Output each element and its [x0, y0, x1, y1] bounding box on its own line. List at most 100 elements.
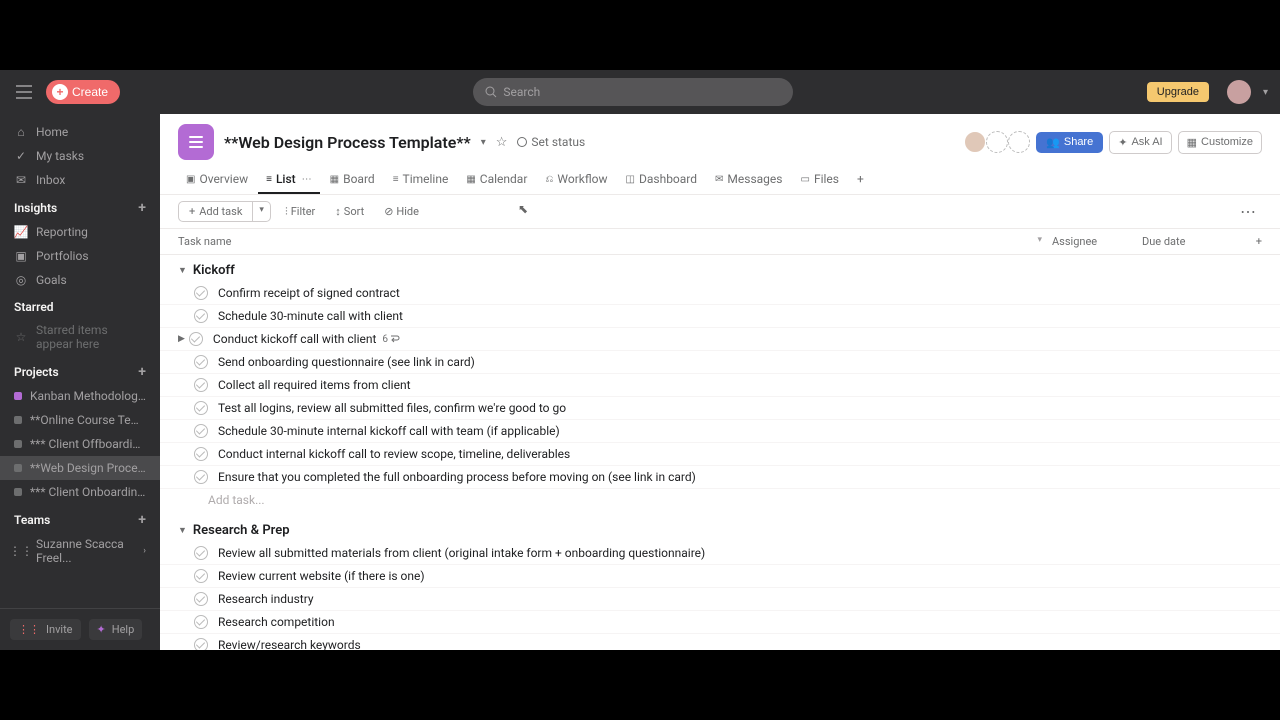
sidebar-insights-header[interactable]: Insights + [0, 192, 160, 220]
tab-timeline[interactable]: ≡Timeline [385, 166, 457, 194]
customize-button[interactable]: ▦ Customize [1178, 131, 1262, 154]
ask-ai-button[interactable]: ✦ Ask AI [1109, 131, 1171, 154]
team-icon: ⋮⋮ [14, 544, 28, 558]
chevron-down-icon[interactable]: ▾ [1037, 235, 1042, 248]
task-row[interactable]: Review all submitted materials from clie… [160, 542, 1280, 565]
section-header[interactable]: ▼Kickoff [160, 255, 1280, 282]
sidebar-projects-header[interactable]: Projects + [0, 356, 160, 384]
task-row[interactable]: Ensure that you completed the full onboa… [160, 466, 1280, 489]
tab-dashboard[interactable]: ◫Dashboard [618, 166, 706, 194]
project-item[interactable]: **Online Course Template** [0, 408, 160, 432]
column-assignee[interactable]: Assignee [1052, 235, 1142, 248]
task-row[interactable]: Schedule 30-minute internal kickoff call… [160, 420, 1280, 443]
add-team-icon[interactable]: + [138, 512, 146, 528]
set-status[interactable]: Set status [517, 135, 585, 149]
task-row[interactable]: Review current website (if there is one) [160, 565, 1280, 588]
hide-icon: ⊘ [384, 205, 393, 218]
task-row[interactable]: Send onboarding questionnaire (see link … [160, 351, 1280, 374]
project-icon[interactable] [178, 124, 214, 160]
expand-subtasks-icon[interactable]: ▶ [178, 334, 185, 344]
member-avatar[interactable] [964, 131, 986, 153]
invite-icon: ⋮⋮ [18, 623, 40, 636]
caret-down-icon: ▼ [178, 265, 187, 276]
project-item[interactable]: *** Client Onboarding Te... [0, 480, 160, 504]
nav-my-tasks[interactable]: ✓My tasks [0, 144, 160, 168]
complete-checkbox[interactable] [194, 286, 208, 300]
task-row[interactable]: Review/research keywords [160, 634, 1280, 650]
chevron-down-icon[interactable]: ▾ [1263, 87, 1268, 98]
sidebar-starred-header[interactable]: Starred [0, 292, 160, 318]
star-icon[interactable]: ☆ [496, 135, 508, 150]
task-row[interactable]: Test all logins, review all submitted fi… [160, 397, 1280, 420]
menu-toggle[interactable] [12, 80, 36, 104]
user-avatar[interactable] [1227, 80, 1251, 104]
add-task-inline[interactable]: Add task... [160, 489, 1280, 515]
task-row[interactable]: Schedule 30-minute call with client [160, 305, 1280, 328]
chevron-down-icon[interactable]: ▾ [481, 137, 486, 148]
insight-portfolios[interactable]: ▣Portfolios [0, 244, 160, 268]
add-column-button[interactable]: + [1232, 235, 1262, 248]
complete-checkbox[interactable] [194, 470, 208, 484]
complete-checkbox[interactable] [194, 355, 208, 369]
more-button[interactable]: ⋯ [1234, 202, 1262, 221]
project-item[interactable]: *** Client Offboarding Te... [0, 432, 160, 456]
insight-goals[interactable]: ◎Goals [0, 268, 160, 292]
add-tab-button[interactable]: + [849, 166, 872, 194]
task-title: Review current website (if there is one) [218, 569, 425, 583]
search-input[interactable]: Search [473, 78, 793, 106]
help-button[interactable]: ✦ Help [89, 619, 143, 640]
project-item[interactable]: Kanban Methodology Exa... [0, 384, 160, 408]
column-task-name[interactable]: Task name [178, 235, 1037, 248]
add-task-dropdown[interactable]: ▾ [253, 201, 271, 222]
complete-checkbox[interactable] [194, 615, 208, 629]
add-member-avatar[interactable] [986, 131, 1008, 153]
complete-checkbox[interactable] [189, 332, 203, 346]
topbar: + Create Search Upgrade ▾ [0, 70, 1280, 114]
column-due-date[interactable]: Due date [1142, 235, 1232, 248]
task-row[interactable]: Collect all required items from client [160, 374, 1280, 397]
task-row[interactable]: ▶Conduct kickoff call with client6 [160, 328, 1280, 351]
task-row[interactable]: Research competition [160, 611, 1280, 634]
more-icon[interactable]: ⋯ [302, 174, 312, 185]
complete-checkbox[interactable] [194, 569, 208, 583]
complete-checkbox[interactable] [194, 592, 208, 606]
tab-overview[interactable]: ▣Overview [178, 166, 256, 194]
complete-checkbox[interactable] [194, 309, 208, 323]
hide-button[interactable]: ⊘Hide [378, 202, 425, 221]
add-insight-icon[interactable]: + [138, 200, 146, 216]
sidebar-teams-header[interactable]: Teams + [0, 504, 160, 532]
task-row[interactable]: Confirm receipt of signed contract [160, 282, 1280, 305]
tab-files[interactable]: ▭Files [792, 166, 846, 194]
tab-calendar[interactable]: ▦Calendar [458, 166, 535, 194]
tab-messages[interactable]: ✉Messages [707, 166, 790, 194]
complete-checkbox[interactable] [194, 447, 208, 461]
create-button[interactable]: + Create [46, 80, 120, 104]
complete-checkbox[interactable] [194, 401, 208, 415]
complete-checkbox[interactable] [194, 546, 208, 560]
tab-board[interactable]: ▦Board [322, 166, 383, 194]
upgrade-button[interactable]: Upgrade [1147, 82, 1209, 102]
add-member-avatar[interactable] [1008, 131, 1030, 153]
add-task-button[interactable]: + Add task [178, 201, 253, 222]
tab-list[interactable]: ≡List⋯ [258, 166, 320, 194]
task-row[interactable]: Conduct internal kickoff call to review … [160, 443, 1280, 466]
task-title: Review all submitted materials from clie… [218, 546, 705, 560]
project-title[interactable]: **Web Design Process Template** [224, 133, 471, 152]
project-dot [14, 392, 22, 400]
share-button[interactable]: 👥 Share [1036, 132, 1103, 153]
insight-reporting[interactable]: 📈Reporting [0, 220, 160, 244]
section-header[interactable]: ▼Research & Prep [160, 515, 1280, 542]
team-item[interactable]: ⋮⋮Suzanne Scacca Freel...› [0, 532, 160, 570]
complete-checkbox[interactable] [194, 378, 208, 392]
task-row[interactable]: Research industry [160, 588, 1280, 611]
invite-button[interactable]: ⋮⋮ Invite [10, 619, 81, 640]
filter-button[interactable]: ⫶Filter [279, 202, 321, 222]
nav-inbox[interactable]: ✉Inbox [0, 168, 160, 192]
complete-checkbox[interactable] [194, 424, 208, 438]
nav-home[interactable]: ⌂Home [0, 120, 160, 144]
add-project-icon[interactable]: + [138, 364, 146, 380]
complete-checkbox[interactable] [194, 638, 208, 650]
sort-button[interactable]: ↕Sort [329, 202, 370, 221]
tab-workflow[interactable]: ⎌Workflow [537, 166, 615, 194]
project-item[interactable]: **Web Design Process Te... [0, 456, 160, 480]
